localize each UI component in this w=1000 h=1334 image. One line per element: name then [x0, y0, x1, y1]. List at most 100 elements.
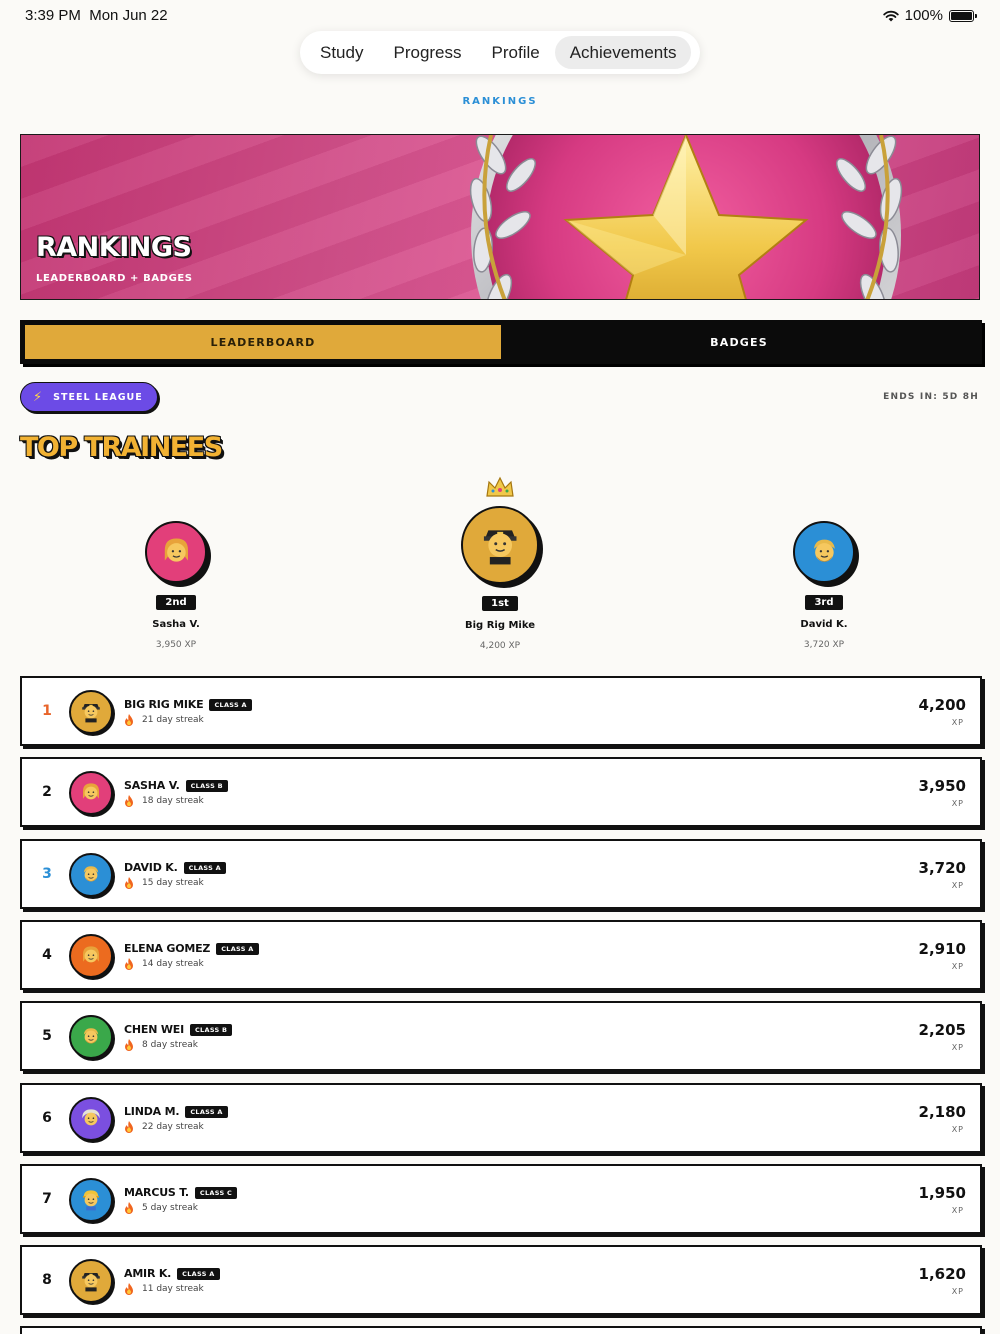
- podium-third[interactable]: 3rd David K. 3,720 XP: [744, 521, 904, 650]
- avatar: [69, 1015, 113, 1059]
- row-rank: 7: [42, 1191, 52, 1207]
- avatar: [69, 1097, 113, 1141]
- row-streak: 11 day streak: [124, 1283, 204, 1295]
- podium-xp: 4,200 XP: [479, 641, 521, 651]
- podium-rank: 1st: [482, 596, 518, 611]
- leaderboard-row[interactable]: 5 CHEN WEI CLASS B 8 day streak 2,205 XP: [20, 1001, 982, 1071]
- flame-icon: [125, 1202, 133, 1214]
- wifi-icon: [882, 10, 899, 21]
- podium-rank: 2nd: [156, 595, 196, 610]
- avatar: [145, 521, 207, 583]
- row-rank: 4: [42, 947, 52, 963]
- flame-icon: [125, 1283, 133, 1295]
- avatar: [69, 1259, 113, 1303]
- avatar: [69, 934, 113, 978]
- hero-title: RANKINGS: [36, 232, 192, 263]
- tab-study[interactable]: Study: [305, 36, 378, 69]
- league-badge[interactable]: ⚡ STEEL LEAGUE: [20, 382, 158, 412]
- row-rank: 6: [42, 1110, 52, 1126]
- row-name: AMIR K. CLASS A: [124, 1267, 220, 1280]
- flame-icon: [125, 958, 133, 970]
- row-xp-unit: XP: [951, 1287, 964, 1296]
- top-trainees-heading: TOP TRAINEES: [20, 432, 223, 463]
- woman-face-icon: [83, 946, 99, 963]
- star-medal-icon: [469, 135, 903, 299]
- row-name: DAVID K. CLASS A: [124, 861, 226, 874]
- row-name: SASHA V. CLASS B: [124, 779, 228, 792]
- row-rank: 8: [42, 1272, 52, 1288]
- avatar: [69, 771, 113, 815]
- row-streak: 5 day streak: [124, 1202, 198, 1214]
- row-rank: 2: [42, 784, 52, 800]
- row-name: BIG RIG MIKE CLASS A: [124, 698, 252, 711]
- bolt-icon: ⚡: [33, 389, 44, 405]
- row-xp-unit: XP: [951, 962, 964, 971]
- league-label: STEEL LEAGUE: [53, 391, 143, 403]
- row-xp-unit: XP: [951, 1206, 964, 1215]
- flame-icon: [125, 1121, 133, 1133]
- league-countdown: ENDS IN: 5D 8H: [883, 392, 979, 402]
- podium-first[interactable]: 1st Big Rig Mike 4,200 XP: [420, 476, 580, 651]
- avatar: [69, 690, 113, 734]
- row-name: MARCUS T. CLASS C: [124, 1186, 238, 1199]
- row-streak: 21 day streak: [124, 714, 204, 726]
- leaderboard-row[interactable]: 4 ELENA GOMEZ CLASS A 14 day streak 2,910…: [20, 920, 982, 990]
- row-xp: 2,180: [918, 1103, 966, 1121]
- row-xp-unit: XP: [951, 881, 964, 890]
- hero-subtitle: LEADERBOARD + BADGES: [36, 273, 193, 284]
- class-badge: CLASS A: [177, 1267, 220, 1280]
- status-bar: 3:39 PM Mon Jun 22 100%: [0, 0, 1000, 32]
- tab-progress[interactable]: Progress: [378, 36, 476, 69]
- leaderboard-row[interactable]: 3 DAVID K. CLASS A 15 day streak 3,720 XP: [20, 839, 982, 909]
- row-xp: 4,200: [918, 696, 966, 714]
- flame-icon: [125, 795, 133, 807]
- battery-percent: 100%: [904, 7, 943, 24]
- class-badge: CLASS A: [209, 698, 252, 711]
- row-xp-unit: XP: [951, 799, 964, 808]
- row-xp-unit: XP: [951, 718, 964, 727]
- class-badge: CLASS B: [185, 779, 228, 792]
- top-navigation: Study Progress Profile Achievements: [300, 31, 700, 74]
- podium-name: David K.: [800, 619, 848, 630]
- pilot-face-icon: [82, 704, 100, 723]
- podium-rank: 3rd: [805, 595, 843, 610]
- avatar: [69, 853, 113, 897]
- leaderboard-row[interactable]: 2 SASHA V. CLASS B 18 day streak 3,950 XP: [20, 757, 982, 827]
- row-streak: 14 day streak: [124, 958, 204, 970]
- leaderboard-row[interactable]: 7 MARCUS T. CLASS C 5 day streak 1,950 XP: [20, 1164, 982, 1234]
- podium-second[interactable]: 2nd Sasha V. 3,950 XP: [96, 521, 256, 650]
- man-face-icon: [83, 1028, 99, 1044]
- tab-profile[interactable]: Profile: [477, 36, 555, 69]
- pilot-face-icon: [483, 530, 517, 565]
- row-xp: 2,205: [918, 1021, 966, 1039]
- row-xp-unit: XP: [951, 1043, 964, 1052]
- row-name: LINDA M. CLASS A: [124, 1105, 228, 1118]
- avatar: [461, 506, 539, 584]
- podium-xp: 3,720 XP: [803, 640, 845, 650]
- elder-face-icon: [82, 1109, 100, 1126]
- leaderboard-row[interactable]: 8 AMIR K. CLASS A 11 day streak 1,620 XP: [20, 1245, 982, 1315]
- row-xp: 1,950: [918, 1184, 966, 1202]
- row-streak: 8 day streak: [124, 1039, 198, 1051]
- row-rank: 5: [42, 1028, 52, 1044]
- woman-face-icon: [164, 538, 188, 562]
- row-rank: 1: [42, 703, 52, 719]
- leaderboard-row[interactable]: [20, 1326, 982, 1334]
- leaderboard-row[interactable]: 1 BIG RIG MIKE CLASS A 21 day streak 4,20…: [20, 676, 982, 746]
- status-indicators: 100%: [882, 7, 977, 24]
- podium-name: Big Rig Mike: [465, 620, 535, 631]
- class-badge: CLASS C: [194, 1186, 238, 1199]
- woman-face-icon: [83, 783, 99, 800]
- row-name: ELENA GOMEZ CLASS A: [124, 942, 259, 955]
- tab-leaderboard[interactable]: LEADERBOARD: [25, 325, 501, 359]
- flame-icon: [125, 714, 133, 726]
- class-badge: CLASS A: [185, 1105, 228, 1118]
- row-streak: 15 day streak: [124, 877, 204, 889]
- tab-badges[interactable]: BADGES: [501, 325, 977, 359]
- row-xp-unit: XP: [951, 1125, 964, 1134]
- row-xp: 3,720: [918, 859, 966, 877]
- tab-achievements[interactable]: Achievements: [554, 36, 692, 69]
- row-name: CHEN WEI CLASS B: [124, 1023, 233, 1036]
- class-badge: CLASS A: [216, 942, 259, 955]
- leaderboard-row[interactable]: 6 LINDA M. CLASS A 22 day streak 2,180 XP: [20, 1083, 982, 1153]
